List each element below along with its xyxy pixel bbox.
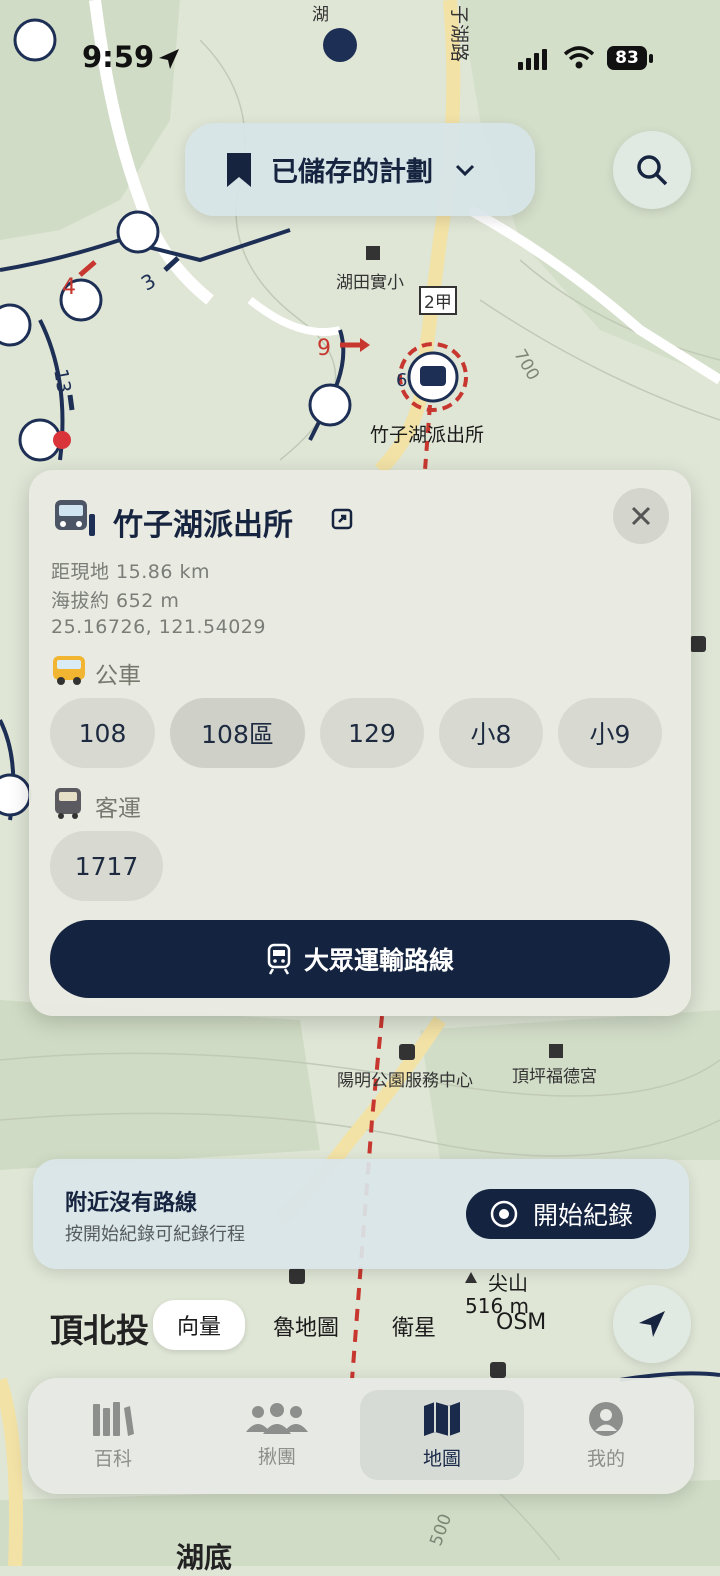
bus-section-label: 公車 bbox=[95, 663, 141, 689]
map-label-stop: 竹子湖派出所 bbox=[370, 424, 485, 446]
external-link-icon[interactable] bbox=[331, 508, 353, 530]
bus-icon bbox=[53, 656, 85, 685]
tab-profile[interactable]: 我的 bbox=[524, 1390, 688, 1480]
no-routes-subtitle: 按開始紀錄可紀錄行程 bbox=[65, 1224, 245, 1245]
nearby-routes-card: 附近沒有路線 按開始紀錄可紀錄行程 開始紀錄 bbox=[33, 1159, 689, 1269]
waypoint-number: 13 bbox=[49, 367, 76, 395]
transit-routes-label: 大眾運輸路線 bbox=[303, 946, 454, 975]
tab-map[interactable]: 地圖 bbox=[360, 1390, 524, 1480]
map-label-area: 頂北投 bbox=[50, 1311, 149, 1350]
cellular-signal-icon bbox=[518, 49, 547, 70]
library-icon bbox=[93, 1401, 134, 1436]
coach-section-label: 客運 bbox=[95, 796, 141, 822]
stop-title: 竹子湖派出所 bbox=[113, 508, 293, 543]
coach-icon bbox=[55, 788, 81, 819]
wifi-icon bbox=[563, 46, 595, 69]
bus-route-chip[interactable]: 129 bbox=[320, 698, 424, 768]
start-recording-button[interactable]: 開始紀錄 bbox=[466, 1189, 656, 1239]
tab-label: 揪團 bbox=[257, 1445, 296, 1468]
map-icon bbox=[424, 1401, 460, 1436]
stop-info-card: 竹子湖派出所 距現地 15.86 km 海拔約 652 m 25.16726, … bbox=[29, 470, 691, 1016]
map-label-road: 子湖路 bbox=[448, 4, 471, 63]
search-icon bbox=[637, 155, 668, 186]
road-shield: 2甲 bbox=[419, 286, 457, 315]
navigation-arrow-icon bbox=[639, 1311, 665, 1337]
saved-plans-selector[interactable]: 已儲存的計劃 bbox=[185, 123, 535, 216]
bus-route-chip[interactable]: 108區 bbox=[170, 698, 305, 768]
status-time: 9:59 bbox=[82, 40, 155, 74]
map-label-school: 湖田實小 bbox=[336, 273, 404, 293]
transit-routes-button[interactable]: 大眾運輸路線 bbox=[50, 920, 670, 998]
train-icon bbox=[267, 943, 291, 975]
map-label-bottom: 湖底 bbox=[176, 1541, 233, 1574]
no-routes-title: 附近沒有路線 bbox=[65, 1191, 198, 1216]
bus-route-chip[interactable]: 小8 bbox=[439, 698, 543, 768]
tab-encyclopedia[interactable]: 百科 bbox=[31, 1390, 195, 1480]
map-label-peak: 尖山 bbox=[488, 1271, 528, 1295]
layer-option-vector[interactable]: 向量 bbox=[153, 1300, 246, 1350]
search-button[interactable] bbox=[613, 131, 691, 209]
saved-plans-label: 已儲存的計劃 bbox=[271, 157, 433, 188]
close-button[interactable] bbox=[613, 488, 669, 544]
waypoint-number: 6 bbox=[396, 370, 408, 391]
map-label-temple: 頂坪福德宮 bbox=[512, 1067, 597, 1087]
battery-indicator: 83 bbox=[607, 46, 647, 70]
battery-tip bbox=[649, 54, 653, 63]
bus-route-chip[interactable]: 108 bbox=[50, 698, 155, 768]
bookmark-icon bbox=[227, 152, 251, 187]
map-label-visitor-center: 陽明公園服務中心 bbox=[337, 1071, 473, 1091]
waypoint-number: 9 bbox=[317, 336, 331, 361]
distance-text: 距現地 15.86 km bbox=[51, 561, 210, 583]
layer-option-osm[interactable]: OSM bbox=[496, 1310, 546, 1335]
coach-route-chip[interactable]: 1717 bbox=[50, 831, 163, 901]
coordinates-text: 25.16726, 121.54029 bbox=[51, 616, 266, 638]
profile-icon bbox=[589, 1401, 623, 1436]
locate-button[interactable] bbox=[613, 1285, 691, 1363]
chevron-down-icon bbox=[455, 164, 475, 176]
tab-label: 我的 bbox=[586, 1447, 625, 1470]
tab-groups[interactable]: 揪團 bbox=[195, 1390, 359, 1480]
tab-label: 地圖 bbox=[422, 1447, 461, 1470]
close-icon bbox=[631, 506, 651, 526]
tab-label: 百科 bbox=[93, 1447, 132, 1470]
map-label-top: 湖 bbox=[312, 5, 329, 25]
bus-route-chip[interactable]: 小9 bbox=[558, 698, 662, 768]
layer-option-lu-map[interactable]: 魯地圖 bbox=[273, 1310, 339, 1342]
altitude-text: 海拔約 652 m bbox=[51, 590, 180, 612]
start-recording-label: 開始紀錄 bbox=[532, 1201, 633, 1230]
bottom-tab-bar: 百科 揪團 地圖 我的 bbox=[28, 1378, 694, 1494]
location-arrow-icon bbox=[159, 49, 179, 69]
group-icon bbox=[246, 1402, 308, 1434]
layer-option-satellite[interactable]: 衛星 bbox=[392, 1310, 436, 1342]
record-icon bbox=[490, 1200, 518, 1228]
waypoint-number: 4 bbox=[62, 275, 76, 300]
bus-station-icon bbox=[55, 500, 95, 536]
